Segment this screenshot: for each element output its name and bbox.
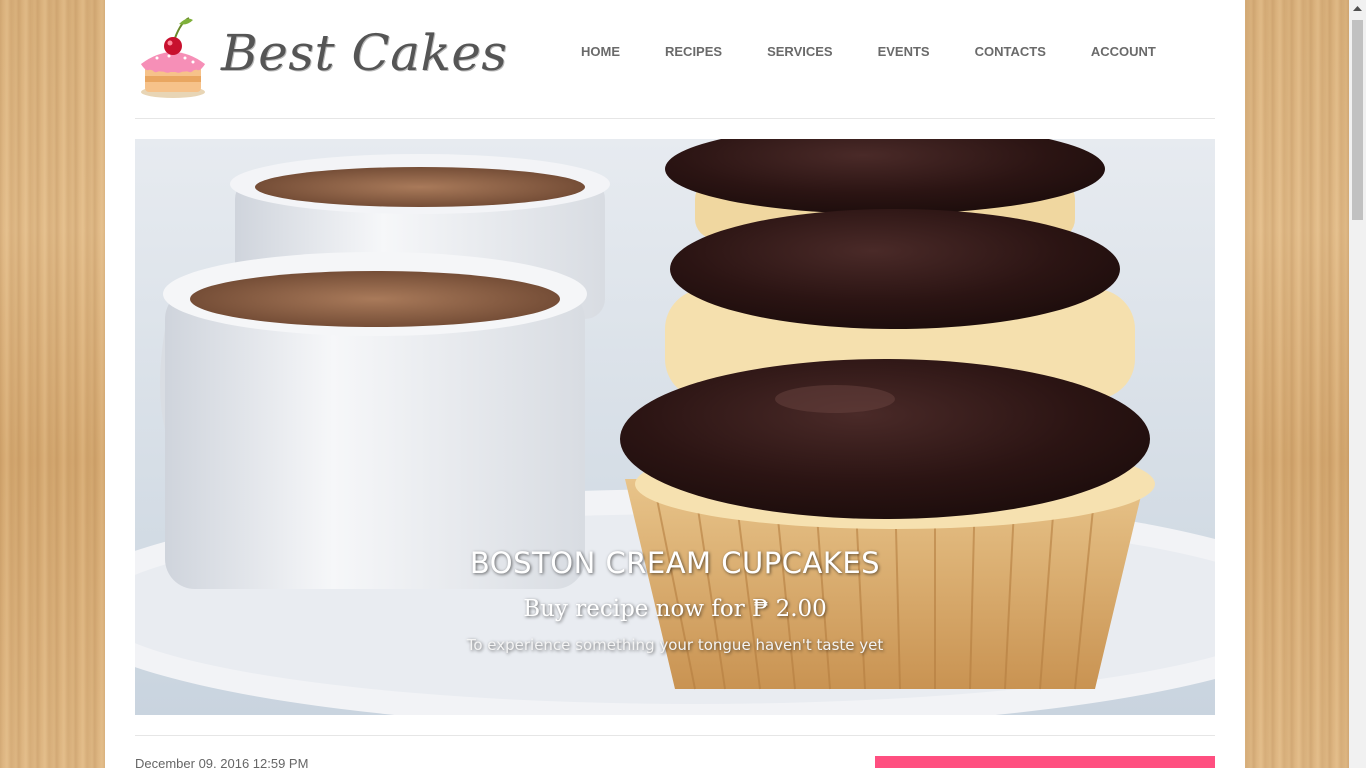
page-scrollbar[interactable] — [1349, 0, 1366, 768]
nav-account[interactable]: ACCOUNT — [1091, 44, 1156, 59]
nav-recipes[interactable]: RECIPES — [665, 44, 722, 59]
main-nav: HOME RECIPES SERVICES EVENTS CONTACTS AC… — [581, 44, 1156, 59]
nav-events[interactable]: EVENTS — [878, 44, 930, 59]
nav-contacts[interactable]: CONTACTS — [975, 44, 1046, 59]
nav-services[interactable]: SERVICES — [767, 44, 833, 59]
content-divider — [135, 735, 1215, 736]
arrow-up-icon[interactable] — [1349, 0, 1366, 17]
scrollbar-thumb[interactable] — [1352, 20, 1363, 220]
hero-image — [135, 139, 1215, 715]
site-header: Best Cakes HOME RECIPES SERVICES EVENTS … — [135, 0, 1215, 119]
site-logo-text[interactable]: Best Cakes — [221, 24, 508, 82]
hero-slider[interactable]: BOSTON CREAM CUPCAKES Buy recipe now for… — [135, 139, 1215, 715]
hero-price: Buy recipe now for ₱ 2.00 — [523, 596, 827, 622]
hero-title: BOSTON CREAM CUPCAKES — [469, 546, 881, 580]
post-date: December 09, 2016 12:59 PM — [135, 756, 309, 768]
cupcake-cherry-icon[interactable] — [135, 12, 211, 100]
nav-home[interactable]: HOME — [581, 44, 620, 59]
sidebar-widget-header — [875, 756, 1215, 768]
page-container: Best Cakes HOME RECIPES SERVICES EVENTS … — [105, 0, 1245, 768]
hero-subtitle: To experience something your tongue have… — [466, 636, 884, 654]
